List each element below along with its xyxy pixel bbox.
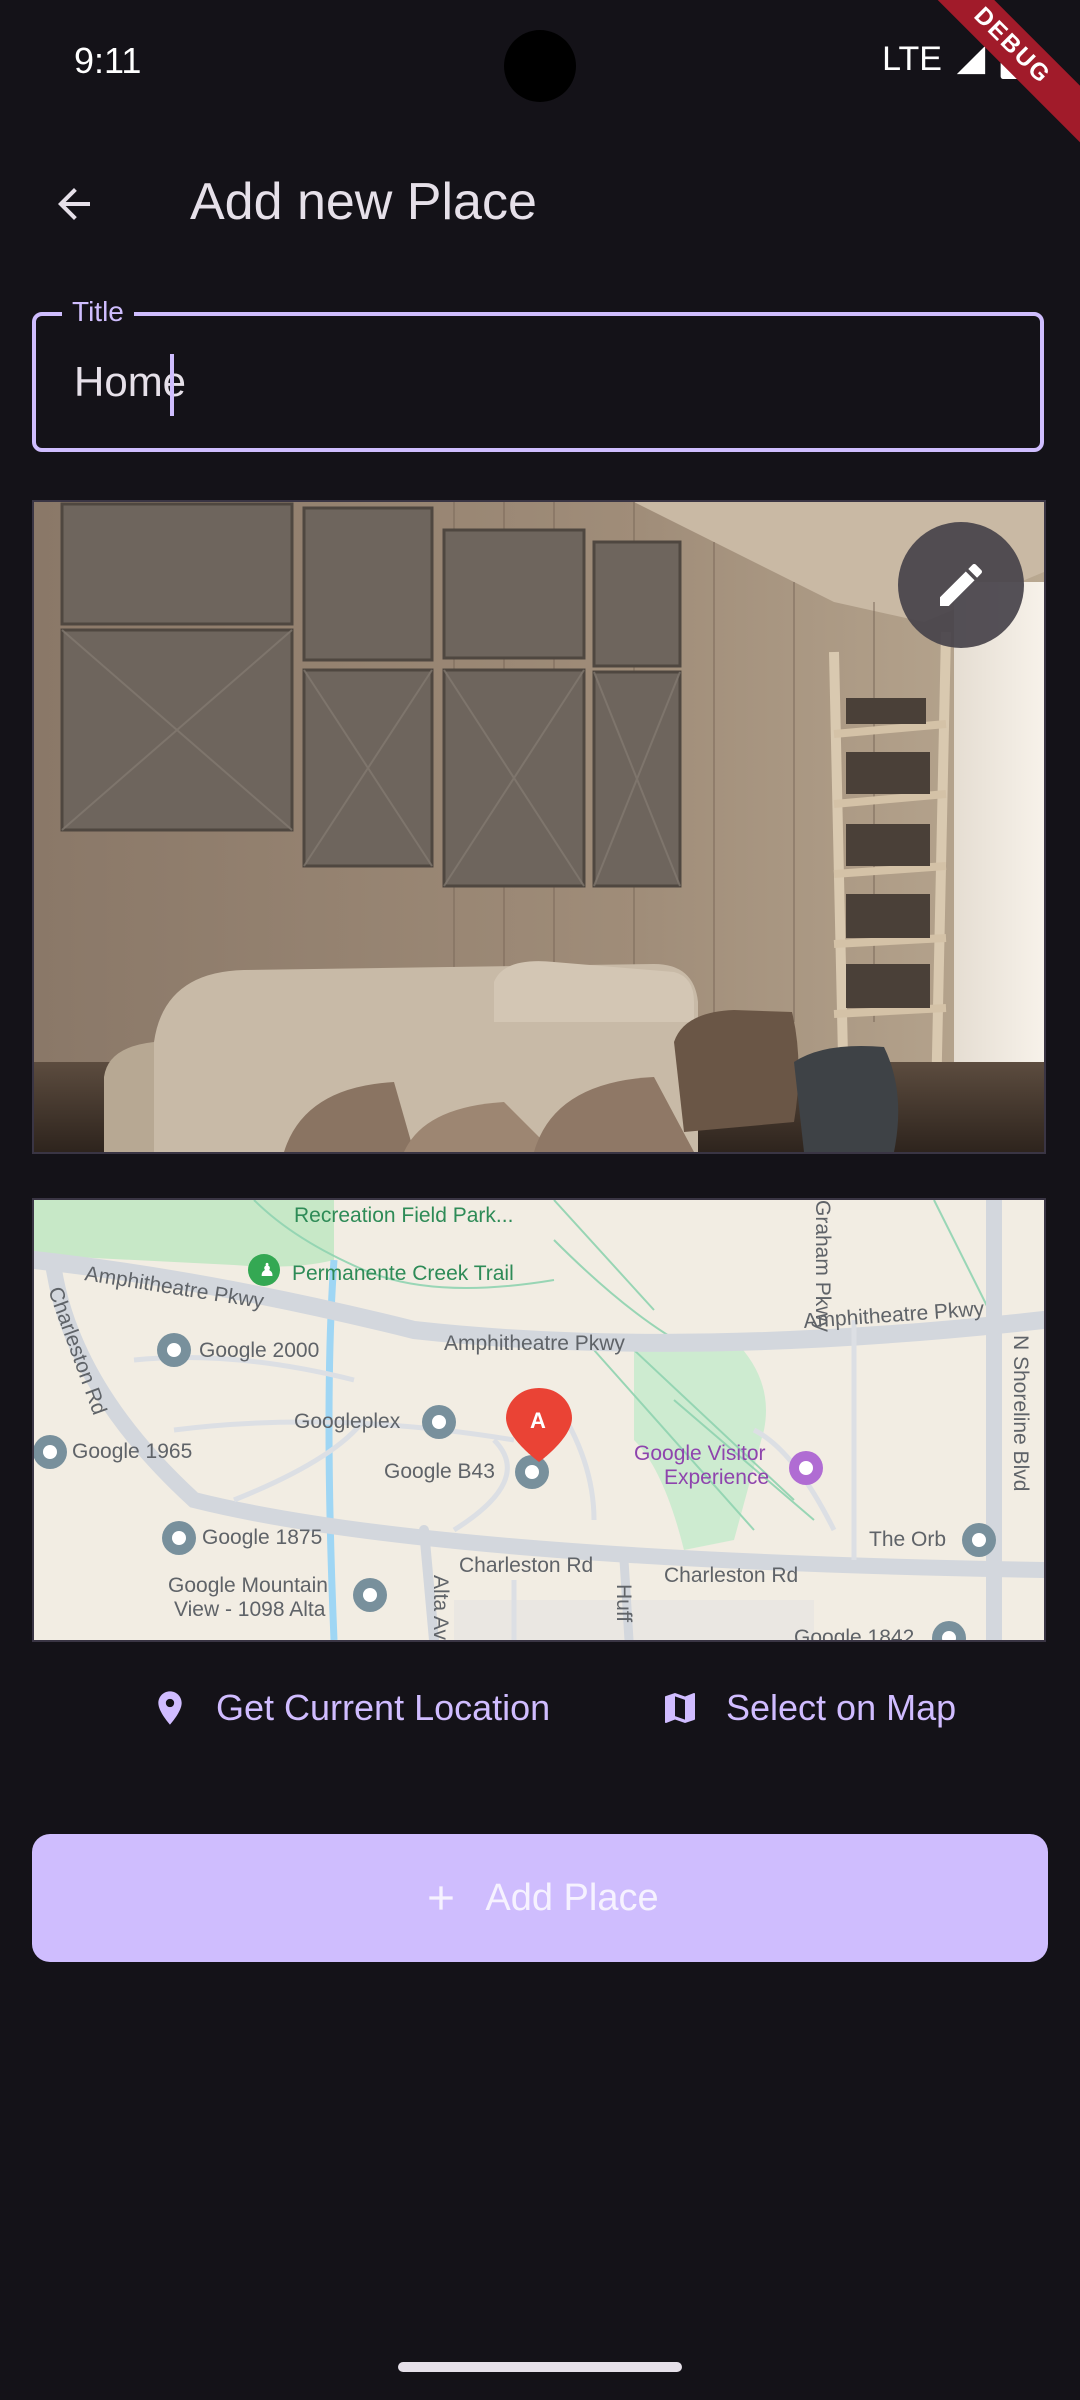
plus-icon: [429, 1886, 454, 1910]
map-label-charleston-right: Charleston Rd: [664, 1564, 798, 1587]
edit-image-button[interactable]: [898, 522, 1024, 648]
map-label-google-1842: Google 1842: [794, 1626, 914, 1640]
title-input-label: Title: [62, 296, 134, 328]
map-label-the-orb: The Orb: [869, 1528, 946, 1551]
map-label-google-2000: Google 2000: [199, 1339, 319, 1362]
get-current-location-button[interactable]: Get Current Location: [150, 1676, 550, 1740]
map-preview[interactable]: ♟ Recreation Field Park... Permanente Cr…: [32, 1198, 1046, 1642]
map-label-charleston-mid: Charleston Rd: [459, 1554, 593, 1577]
map-marker-letter: A: [530, 1408, 546, 1433]
location-pin-icon: [158, 1691, 182, 1725]
status-time: 9:11: [74, 40, 142, 81]
map-label-googleplex: Googleplex: [294, 1410, 401, 1433]
map-canvas: ♟ Recreation Field Park... Permanente Cr…: [34, 1200, 1044, 1640]
map-label-visitor-2: Experience: [664, 1466, 769, 1489]
map-label-mountain-2: View - 1098 Alta: [174, 1598, 326, 1621]
map-label-google-b43: Google B43: [384, 1460, 495, 1483]
map-label-amphitheatre-mid: Amphitheatre Pkwy: [444, 1332, 625, 1355]
network-label: LTE: [882, 40, 942, 78]
map-label-google-1965: Google 1965: [72, 1440, 192, 1463]
add-place-button[interactable]: Add Place: [32, 1834, 1048, 1962]
add-place-screen: 9:11 LTE DEBUG Add new Place Title Home: [0, 0, 1080, 2400]
map-label-visitor-1: Google Visitor: [634, 1442, 766, 1465]
svg-text:♟: ♟: [259, 1260, 275, 1280]
pencil-icon: [940, 563, 983, 606]
page-title: Add new Place: [190, 173, 537, 231]
back-button[interactable]: [38, 168, 110, 240]
map-label-permanente: Permanente Creek Trail: [292, 1262, 514, 1285]
get-current-location-label: Get Current Location: [216, 1687, 551, 1728]
text-caret: [170, 354, 174, 416]
map-label-google-1875: Google 1875: [202, 1526, 322, 1549]
map-label-n-shoreline: N Shoreline Blvd: [1009, 1335, 1032, 1491]
map-label-alta-av: Alta Av: [429, 1575, 452, 1640]
add-place-label: Add Place: [485, 1876, 659, 1919]
place-image-preview[interactable]: [32, 500, 1046, 1154]
map-label-recreation: Recreation Field Park...: [294, 1204, 513, 1227]
room-photo: [34, 502, 1044, 1152]
map-label-mountain-1: Google Mountain: [168, 1574, 328, 1597]
camera-cutout: [504, 30, 576, 102]
arrow-back-icon: [58, 188, 90, 220]
select-on-map-button[interactable]: Select on Map: [660, 1676, 956, 1740]
map-label-huff: Huff: [612, 1584, 635, 1622]
map-label-graham: Graham Pkwy: [811, 1200, 834, 1332]
home-indicator[interactable]: [398, 2362, 682, 2372]
signal-icon: [956, 45, 986, 74]
select-on-map-label: Select on Map: [726, 1687, 957, 1728]
map-icon: [665, 1693, 695, 1723]
